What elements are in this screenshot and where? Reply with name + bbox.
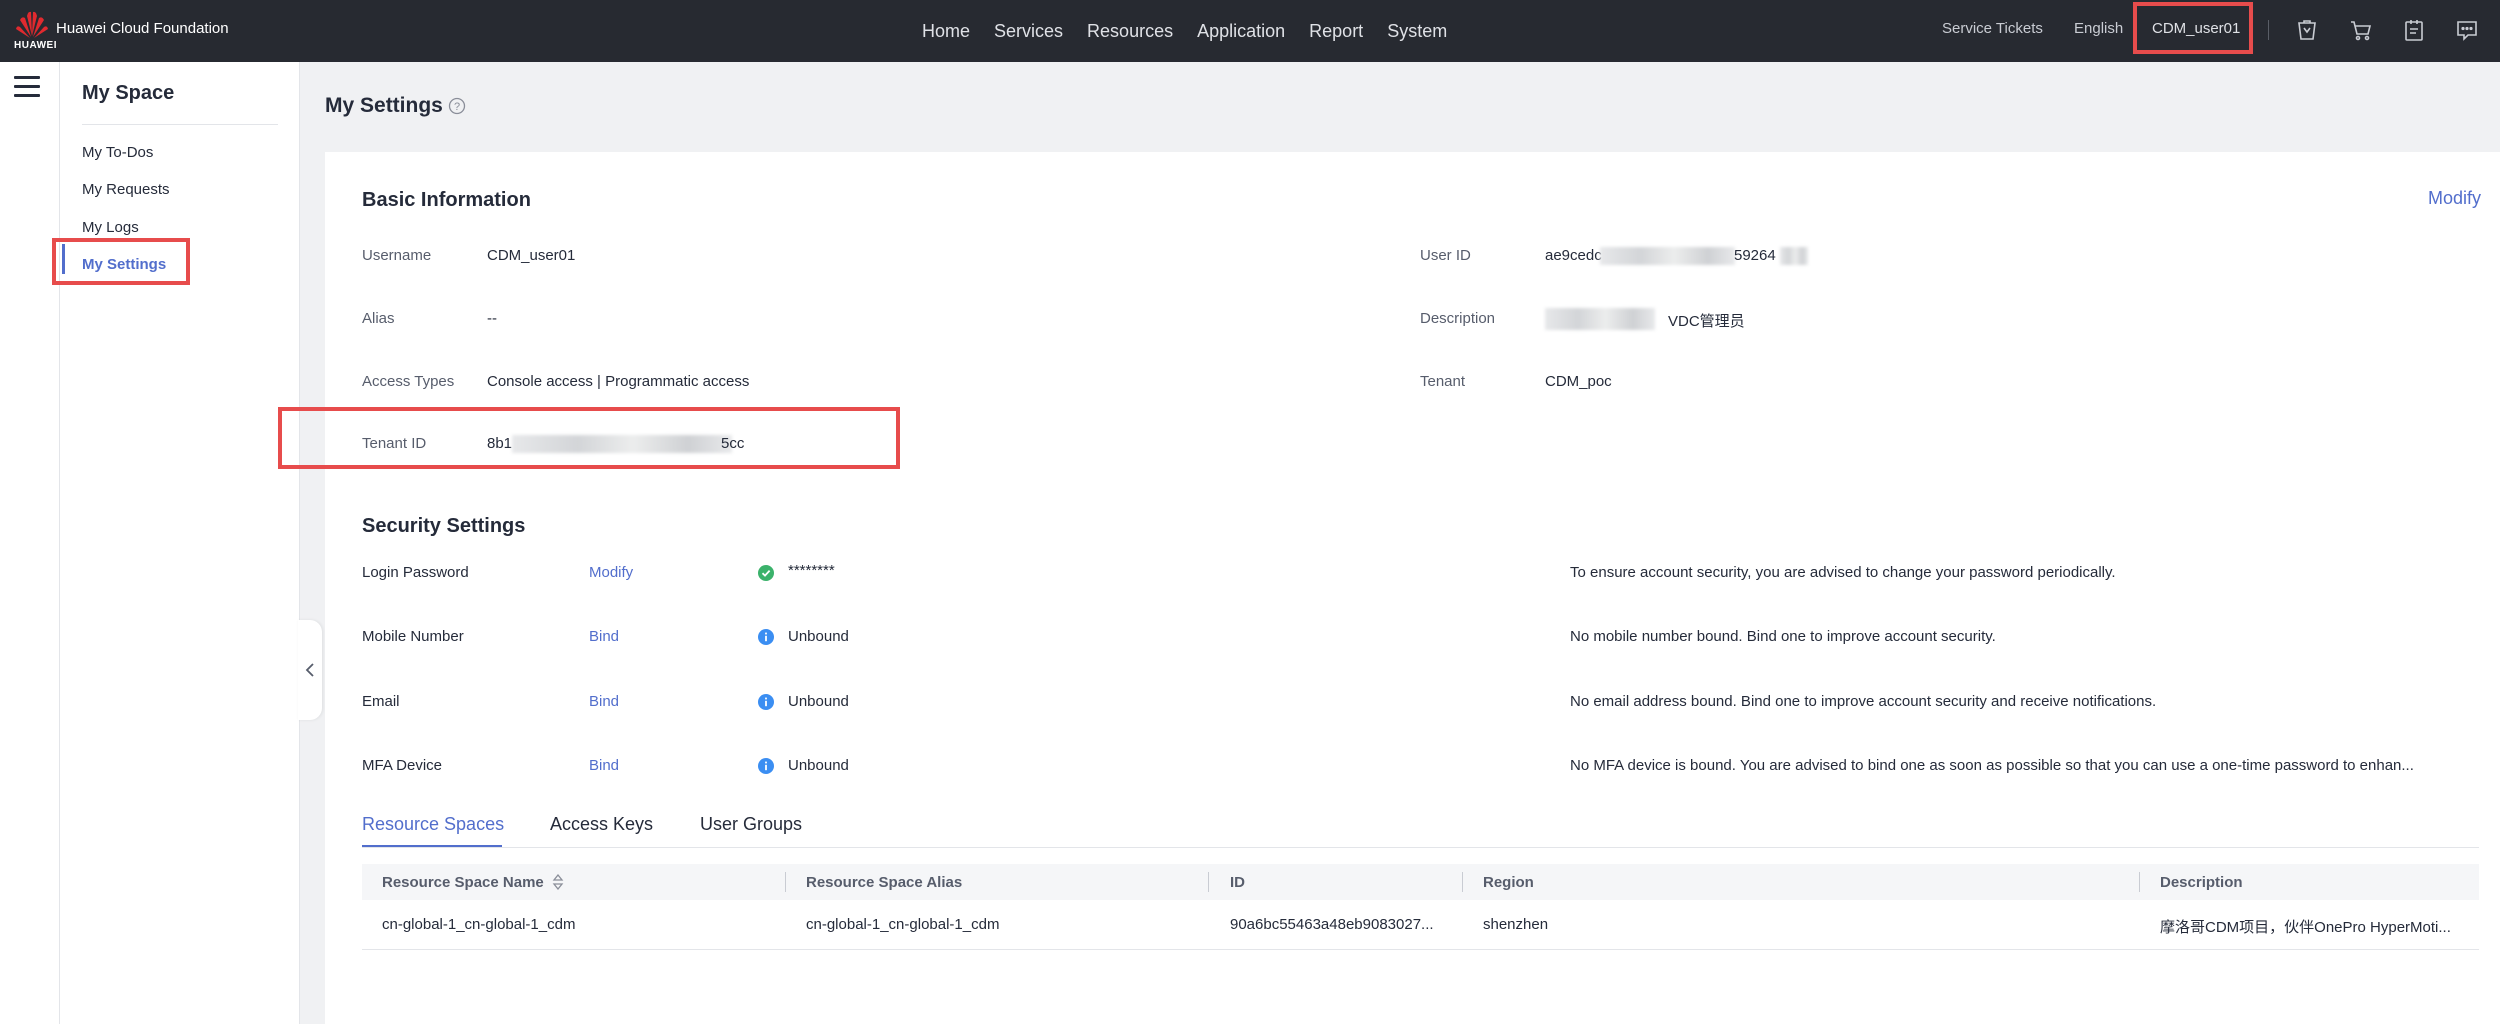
nav-system[interactable]: System — [1387, 21, 1447, 42]
table-header: Resource Space Name Resource Space Alias… — [362, 864, 2479, 900]
cell-resource-space-alias: cn-global-1_cn-global-1_cdm — [806, 916, 1000, 933]
help-icon[interactable]: ? — [448, 97, 466, 115]
column-header-id: ID — [1230, 874, 1245, 891]
login-password-note: To ensure account security, you are advi… — [1570, 564, 2116, 581]
basic-info-title: Basic Information — [362, 189, 531, 211]
active-tab-underline — [362, 845, 502, 847]
tenant-id-highlight-box — [278, 407, 900, 469]
mfa-device-bind-link[interactable]: Bind — [589, 757, 619, 774]
topbar-divider — [2268, 20, 2269, 40]
sidebar-divider — [82, 124, 278, 125]
column-header-name[interactable]: Resource Space Name — [382, 874, 544, 891]
access-types-value: Console access | Programmatic access — [487, 373, 750, 390]
description-redaction — [1545, 308, 1655, 330]
mobile-number-bind-link[interactable]: Bind — [589, 628, 619, 645]
column-separator[interactable] — [2139, 872, 2140, 892]
my-space-sidebar: My Space My To-Dos My Requests My Logs M… — [60, 62, 300, 1024]
column-header-alias: Resource Space Alias — [806, 874, 963, 891]
cell-id: 90a6bc55463a48eb9083027... — [1230, 916, 1434, 933]
sort-icon[interactable] — [551, 874, 565, 890]
brand-name: Huawei Cloud Foundation — [56, 20, 229, 37]
cell-region: shenzhen — [1483, 916, 1549, 933]
security-settings-title: Security Settings — [362, 515, 526, 537]
email-note: No email address bound. Bind one to impr… — [1570, 693, 2157, 710]
mobile-number-note: No mobile number bound. Bind one to impr… — [1570, 628, 1996, 645]
sidebar-title: My Space — [82, 82, 175, 104]
recycle-bin-icon[interactable] — [2295, 18, 2319, 42]
mobile-number-status: Unbound — [788, 628, 849, 645]
user-id-label: User ID — [1420, 247, 1471, 264]
alias-value: -- — [487, 310, 497, 327]
column-header-region: Region — [1483, 874, 1534, 891]
access-types-label: Access Types — [362, 373, 455, 390]
mfa-device-status: Unbound — [788, 757, 849, 774]
sidebar-item-my-logs[interactable]: My Logs — [82, 219, 139, 236]
tabs-border — [362, 847, 2479, 848]
user-id-redaction-1 — [1600, 247, 1735, 265]
icon-rail — [0, 62, 60, 1024]
nav-application[interactable]: Application — [1197, 21, 1285, 42]
cell-resource-space-name: cn-global-1_cn-global-1_cdm — [382, 916, 576, 933]
username-label: Username — [362, 247, 432, 264]
top-navigation-bar: Huawei Cloud Foundation HUAWEI Home Serv… — [0, 0, 2500, 62]
svg-text:?: ? — [454, 101, 460, 113]
column-separator[interactable] — [1462, 872, 1463, 892]
nav-services[interactable]: Services — [994, 21, 1063, 42]
description-value: VDC管理员 — [1668, 313, 1745, 330]
login-password-modify-link[interactable]: Modify — [589, 564, 633, 581]
mfa-device-label: MFA Device — [362, 757, 443, 774]
info-circle-icon — [758, 694, 774, 710]
nav-resources[interactable]: Resources — [1087, 21, 1173, 42]
nav-home[interactable]: Home — [922, 21, 970, 42]
column-header-description: Description — [2160, 874, 2243, 891]
language-switch[interactable]: English — [2074, 20, 2123, 37]
tab-resource-spaces[interactable]: Resource Spaces — [362, 814, 504, 835]
alias-label: Alias — [362, 310, 395, 327]
cell-description: 摩洛哥CDM项目，伙伴OnePro HyperMoti... — [2160, 919, 2451, 936]
menu-icon[interactable] — [14, 76, 40, 98]
my-settings-highlight-box — [52, 238, 190, 285]
sidebar-item-my-to-dos[interactable]: My To-Dos — [82, 144, 153, 161]
email-label: Email — [362, 693, 400, 710]
sidebar-collapse-toggle[interactable] — [298, 620, 322, 720]
page-title: My Settings — [325, 94, 443, 117]
tenant-value: CDM_poc — [1545, 373, 1612, 390]
service-tickets-link[interactable]: Service Tickets — [1942, 20, 2043, 37]
column-separator[interactable] — [1208, 872, 1209, 892]
cart-icon[interactable] — [2349, 18, 2373, 42]
info-circle-icon — [758, 758, 774, 774]
main-nav: Home Services Resources Application Repo… — [922, 0, 1447, 62]
login-password-status: ******** — [788, 562, 835, 579]
chevron-left-icon — [305, 663, 314, 677]
check-circle-icon — [758, 565, 774, 581]
table-row[interactable]: cn-global-1_cn-global-1_cdm cn-global-1_… — [362, 900, 2479, 950]
user-id-redaction-2 — [1780, 247, 1808, 265]
mfa-device-note: No MFA device is bound. You are advised … — [1570, 757, 2414, 774]
user-id-mid: 59264 — [1734, 247, 1776, 264]
mobile-number-label: Mobile Number — [362, 628, 464, 645]
email-bind-link[interactable]: Bind — [589, 693, 619, 710]
login-password-label: Login Password — [362, 564, 469, 581]
sidebar-item-my-requests[interactable]: My Requests — [82, 181, 170, 198]
nav-report[interactable]: Report — [1309, 21, 1363, 42]
email-status: Unbound — [788, 693, 849, 710]
brand-sub: HUAWEI — [14, 40, 57, 51]
username-value: CDM_user01 — [487, 247, 576, 264]
tenant-label: Tenant — [1420, 373, 1466, 390]
huawei-flower-icon — [16, 11, 48, 38]
clipboard-icon[interactable] — [2402, 18, 2426, 42]
user-highlight-box — [2133, 2, 2253, 54]
column-separator[interactable] — [785, 872, 786, 892]
huawei-logo[interactable]: Huawei Cloud Foundation HUAWEI — [14, 10, 229, 54]
tab-access-keys[interactable]: Access Keys — [550, 814, 653, 835]
description-label: Description — [1420, 310, 1496, 327]
basic-info-modify-link[interactable]: Modify — [2428, 188, 2481, 209]
message-icon[interactable] — [2455, 18, 2479, 42]
info-circle-icon — [758, 629, 774, 645]
tab-user-groups[interactable]: User Groups — [700, 814, 802, 835]
user-id-prefix: ae9cedc — [1545, 247, 1602, 264]
